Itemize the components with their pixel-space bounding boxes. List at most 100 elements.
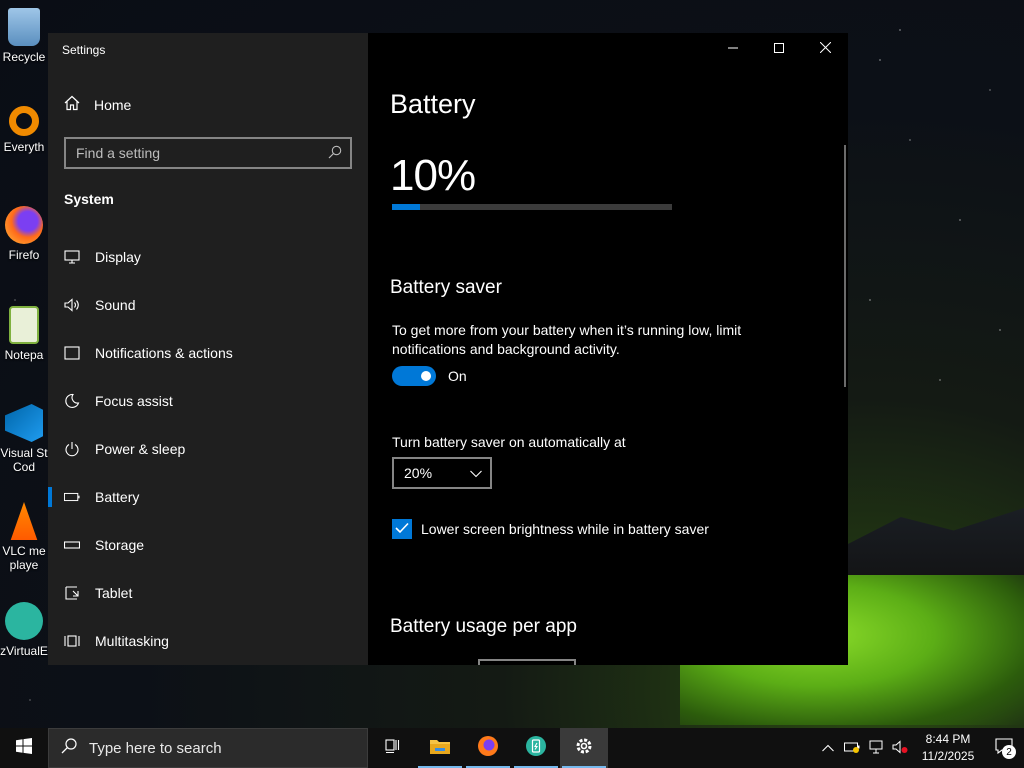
nav-item-notifications[interactable]: Notifications & actions: [48, 329, 368, 377]
minimize-icon: [728, 41, 738, 57]
search-icon: [61, 738, 77, 758]
nav-item-multitasking[interactable]: Multitasking: [48, 617, 368, 665]
tray-battery-saver[interactable]: [840, 728, 864, 768]
battery-level-fill: [392, 204, 420, 210]
network-icon: [868, 740, 884, 757]
moon-icon: [64, 393, 80, 409]
auto-on-label: Turn battery saver on automatically at: [392, 434, 626, 450]
lower-brightness-checkbox[interactable]: [392, 519, 412, 539]
desktop-icon-label: VLC me: [2, 544, 46, 558]
find-setting-input[interactable]: [76, 145, 328, 161]
battery-saver-heading: Battery saver: [390, 277, 502, 298]
task-view-icon: [383, 738, 401, 758]
nav-item-label: Tablet: [95, 585, 133, 601]
nav-item-display[interactable]: Display: [48, 233, 368, 281]
everything-search-icon: [9, 106, 39, 136]
battery-saver-toggle[interactable]: [392, 366, 436, 386]
battery-usage-dropdown[interactable]: [478, 659, 576, 665]
checkmark-icon: [395, 521, 409, 537]
volume-muted-icon: [892, 739, 908, 757]
action-center-button[interactable]: 2: [984, 728, 1024, 768]
window-title: Settings: [62, 43, 106, 57]
desktop-icon-recycle-bin[interactable]: Recycle: [0, 8, 48, 64]
nav-item-storage[interactable]: Storage: [48, 521, 368, 569]
nav-item-sound[interactable]: Sound: [48, 281, 368, 329]
storage-icon: [64, 537, 80, 553]
taskbar-file-explorer[interactable]: [416, 728, 464, 768]
taskbar-search-box[interactable]: [48, 728, 368, 768]
desktop-icon-label: Firefo: [8, 248, 40, 262]
nav-item-label: Multitasking: [95, 633, 169, 649]
taskbar-clock[interactable]: 8:44 PM 11/2/2025: [912, 731, 984, 765]
desktop-icon-zvirtual[interactable]: zVirtualE: [0, 602, 48, 658]
desktop-icon-firefox[interactable]: Firefo: [0, 206, 48, 262]
taskbar-zvirtual[interactable]: [512, 728, 560, 768]
notifications-icon: [64, 345, 80, 361]
home-label: Home: [94, 96, 132, 113]
desktop-icon-label: Cod: [12, 460, 35, 474]
desktop-icon-notepad[interactable]: Notepa: [0, 306, 48, 362]
nav-item-battery[interactable]: Battery: [48, 473, 368, 521]
nav-item-focus-assist[interactable]: Focus assist: [48, 377, 368, 425]
recycle-bin-icon: [8, 8, 40, 46]
taskbar-firefox[interactable]: [464, 728, 512, 768]
battery-level-bar: [392, 204, 672, 210]
clock-date: 11/2/2025: [921, 749, 975, 763]
system-tray: 8:44 PM 11/2/2025 2: [816, 728, 1024, 768]
desktop-icon-vscode[interactable]: Visual St Cod: [0, 404, 48, 474]
nav-item-label: Power & sleep: [95, 441, 186, 457]
settings-sidebar: Settings Home System Display Sound: [48, 33, 368, 665]
window-controls: [710, 33, 848, 65]
minimize-button[interactable]: [710, 33, 756, 65]
display-icon: [64, 249, 80, 265]
auto-on-dropdown[interactable]: 20%: [392, 457, 492, 489]
battery-saver-description: To get more from your battery when it’s …: [392, 322, 742, 357]
vscode-icon: [5, 404, 43, 442]
content-scrollbar[interactable]: [844, 145, 846, 387]
nav-item-label: Battery: [95, 489, 140, 505]
desktop-icon-label: Notepa: [4, 348, 44, 362]
nav-item-label: Display: [95, 249, 141, 265]
sound-icon: [64, 297, 80, 313]
nav-item-tablet[interactable]: Tablet: [48, 569, 368, 617]
desktop-icon-everything[interactable]: Everyth: [0, 106, 48, 154]
battery-page: Battery 10% Battery saver To get more fr…: [368, 33, 848, 665]
vlc-icon: [10, 502, 38, 540]
file-explorer-icon: [429, 737, 451, 759]
taskbar-settings[interactable]: [560, 728, 608, 768]
find-setting-search-box[interactable]: [64, 137, 352, 169]
battery-usage-heading: Battery usage per app: [390, 616, 577, 637]
desktop-icon-label: zVirtualE: [0, 644, 48, 658]
desktop-icon-label: playe: [9, 558, 39, 572]
home-icon: [64, 95, 80, 114]
firefox-icon: [5, 206, 43, 244]
desktop-icon-vlc[interactable]: VLC me playe: [0, 502, 48, 572]
show-hidden-icons-button[interactable]: [816, 728, 840, 768]
taskbar: 8:44 PM 11/2/2025 2: [0, 728, 1024, 768]
close-button[interactable]: [802, 33, 848, 65]
system-nav-list: Display Sound Notifications & actions Fo…: [48, 233, 368, 665]
settings-window: Settings Home System Display Sound: [48, 33, 848, 665]
maximize-button[interactable]: [756, 33, 802, 65]
clock-time: 8:44 PM: [925, 732, 971, 746]
nav-item-label: Storage: [95, 537, 145, 553]
battery-saver-toggle-row: On: [392, 366, 467, 386]
zvirtual-icon: [5, 602, 43, 640]
nav-item-label: Sound: [95, 297, 136, 313]
firefox-icon: [477, 735, 499, 761]
lower-brightness-label: Lower screen brightness while in battery…: [421, 521, 709, 537]
task-view-button[interactable]: [368, 728, 416, 768]
desktop-icon-label: Everyth: [3, 140, 45, 154]
battery-icon: [64, 489, 80, 505]
home-nav-item[interactable]: Home: [64, 95, 131, 114]
multitasking-icon: [64, 633, 80, 649]
tray-volume[interactable]: [888, 728, 912, 768]
tray-network[interactable]: [864, 728, 888, 768]
taskbar-search-input[interactable]: [89, 739, 329, 757]
nav-item-power-sleep[interactable]: Power & sleep: [48, 425, 368, 473]
maximize-icon: [774, 41, 784, 57]
battery-saver-tray-icon: [844, 741, 860, 756]
power-icon: [64, 441, 80, 457]
start-button[interactable]: [0, 728, 48, 768]
settings-icon: [574, 736, 594, 760]
